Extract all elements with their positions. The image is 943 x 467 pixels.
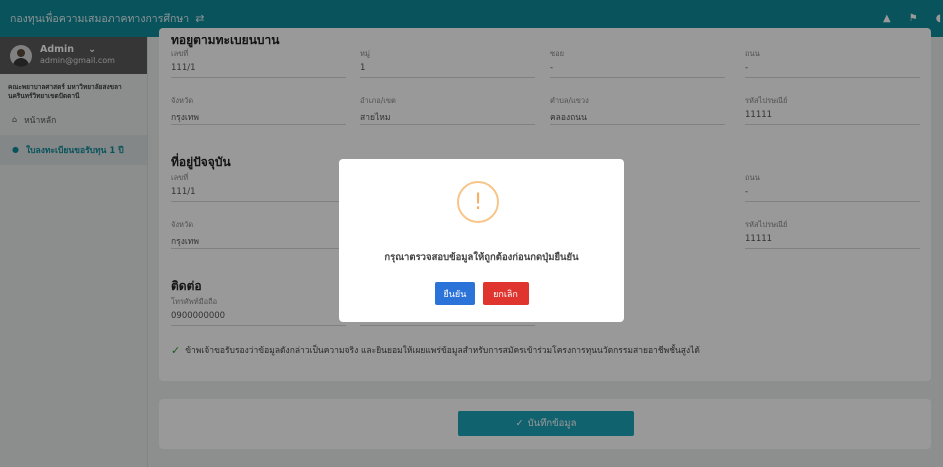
cancel-button[interactable]: ยกเลิก — [482, 282, 529, 305]
dialog-actions: ยืนยัน ยกเลิก — [339, 282, 624, 305]
dialog-message: กรุณาตรวจสอบข้อมูลให้ถูกต้องก่อนกดปุ่มยื… — [384, 252, 579, 263]
confirm-button[interactable]: ยืนยัน — [434, 282, 475, 305]
warning-icon: ! — [457, 181, 499, 223]
confirm-dialog: ! กรุณาตรวจสอบข้อมูลให้ถูกต้องก่อนกดปุ่ม… — [339, 159, 624, 322]
